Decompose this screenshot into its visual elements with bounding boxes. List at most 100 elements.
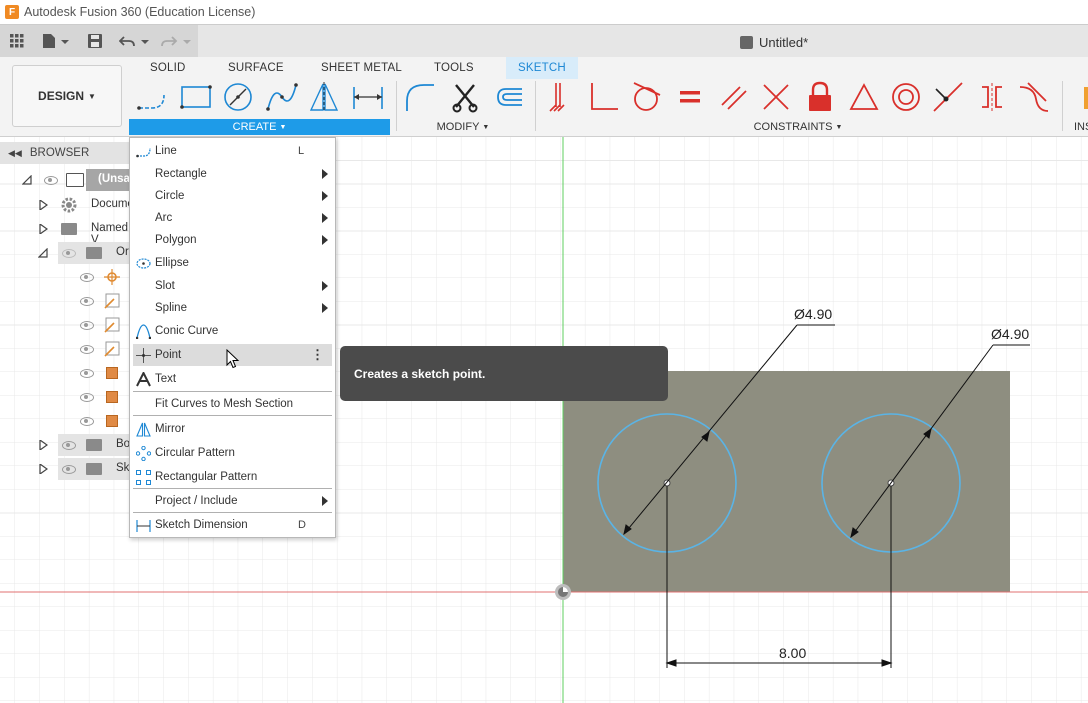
menu-item-rectangular-pattern[interactable]: Rectangular Pattern bbox=[133, 466, 332, 488]
coincident-constraint-icon[interactable] bbox=[546, 81, 578, 113]
plane-icon bbox=[106, 415, 118, 427]
horizontal-vertical-constraint-icon[interactable] bbox=[588, 81, 620, 113]
visibility-eye-icon[interactable] bbox=[62, 465, 76, 474]
fillet-tool-icon[interactable] bbox=[404, 81, 436, 113]
tab-sketch[interactable]: SKETCH bbox=[506, 57, 578, 79]
browser-row-origin[interactable]: Or bbox=[0, 242, 135, 264]
menu-item-text[interactable]: Text bbox=[133, 368, 332, 390]
origin-point-row[interactable] bbox=[70, 266, 130, 288]
undo-icon[interactable] bbox=[118, 31, 152, 51]
tab-tools[interactable]: TOOLS bbox=[434, 57, 474, 79]
collapsed-triangle-icon[interactable] bbox=[38, 224, 48, 234]
visibility-eye-icon[interactable] bbox=[80, 321, 94, 330]
redo-icon[interactable] bbox=[160, 31, 194, 51]
expanded-triangle-icon[interactable] bbox=[22, 175, 32, 185]
visibility-eye-icon[interactable] bbox=[80, 273, 94, 282]
origin-axis-row[interactable] bbox=[70, 314, 130, 336]
symmetry-constraint-icon[interactable] bbox=[976, 81, 1008, 113]
create-menu-button[interactable]: CREATE ▼ bbox=[129, 119, 390, 135]
curvature-constraint-icon[interactable] bbox=[1018, 81, 1050, 113]
menu-item-slot[interactable]: Slot bbox=[133, 275, 332, 297]
perpendicular-constraint-icon[interactable] bbox=[760, 81, 792, 113]
menu-item-sketch-dimension[interactable]: Sketch Dimension D bbox=[133, 514, 332, 536]
origin-axis-row[interactable] bbox=[70, 290, 130, 312]
tangent-constraint-icon[interactable] bbox=[630, 81, 662, 113]
sketch-profile[interactable] bbox=[563, 371, 1010, 592]
line-tool-icon[interactable] bbox=[136, 81, 168, 113]
visibility-eye-icon[interactable] bbox=[80, 417, 94, 426]
diameter-dimension-left[interactable]: Ø4.90 bbox=[794, 306, 832, 322]
fix-constraint-icon[interactable] bbox=[804, 81, 836, 113]
save-icon[interactable] bbox=[86, 31, 104, 51]
window-title: Autodesk Fusion 360 (Education License) bbox=[24, 5, 256, 19]
rectangle-tool-icon[interactable] bbox=[180, 81, 212, 113]
origin-plane-row[interactable] bbox=[70, 386, 130, 408]
offset-tool-icon[interactable] bbox=[492, 81, 524, 113]
trim-tool-icon[interactable] bbox=[450, 81, 482, 113]
menu-item-circular-pattern[interactable]: Circular Pattern bbox=[133, 442, 332, 464]
hidden-eye-icon[interactable] bbox=[62, 249, 76, 258]
browser-row-document-settings[interactable]: Docume bbox=[0, 194, 135, 216]
caret-down-icon: ▼ bbox=[835, 123, 843, 131]
browser-row-bodies[interactable]: Bo bbox=[0, 434, 135, 456]
diameter-dimension-right[interactable]: Ø4.90 bbox=[991, 326, 1029, 342]
visibility-eye-icon[interactable] bbox=[44, 176, 58, 185]
visibility-eye-icon[interactable] bbox=[80, 297, 94, 306]
circle-tool-icon[interactable] bbox=[222, 81, 254, 113]
collinear-constraint-icon[interactable] bbox=[932, 81, 964, 113]
menu-item-fit-curves[interactable]: Fit Curves to Mesh Section bbox=[133, 393, 332, 415]
menu-item-arc[interactable]: Arc bbox=[133, 207, 332, 229]
parallel-constraint-icon[interactable] bbox=[718, 81, 750, 113]
visibility-eye-icon[interactable] bbox=[80, 369, 94, 378]
browser-row-named-views[interactable]: Named V bbox=[0, 218, 135, 246]
app-grid-icon[interactable] bbox=[8, 31, 26, 51]
origin-plane-row[interactable] bbox=[70, 362, 130, 384]
document-tab[interactable]: Untitled* bbox=[740, 29, 808, 55]
tab-sheet-metal[interactable]: SHEET METAL bbox=[321, 57, 402, 79]
mirror-tool-icon[interactable] bbox=[308, 81, 340, 113]
menu-item-spline[interactable]: Spline bbox=[133, 297, 332, 319]
menu-item-mirror[interactable]: Mirror bbox=[133, 418, 332, 440]
menu-item-rectangle[interactable]: Rectangle bbox=[133, 163, 332, 185]
menu-item-conic-curve[interactable]: Conic Curve bbox=[133, 320, 332, 342]
sketch-dimension-icon bbox=[136, 520, 151, 532]
workspace-switcher[interactable]: DESIGN ▼ bbox=[12, 65, 122, 127]
browser-header[interactable]: ◀◀ BROWSER bbox=[0, 142, 135, 164]
shortcut-label: L bbox=[298, 145, 305, 157]
inspect-tool-icon[interactable] bbox=[1080, 81, 1088, 113]
midpoint-constraint-icon[interactable] bbox=[848, 81, 880, 113]
more-options-icon[interactable]: ⋮ bbox=[311, 347, 324, 363]
expanded-triangle-icon[interactable] bbox=[38, 248, 48, 258]
menu-item-project-include[interactable]: Project / Include bbox=[133, 490, 332, 512]
sketch-dimension-tool-icon[interactable] bbox=[352, 81, 384, 113]
collapsed-triangle-icon[interactable] bbox=[38, 440, 48, 450]
origin-plane-row[interactable] bbox=[70, 410, 130, 432]
collapsed-triangle-icon[interactable] bbox=[38, 200, 48, 210]
menu-item-polygon[interactable]: Polygon bbox=[133, 229, 332, 251]
menu-item-circle[interactable]: Circle bbox=[133, 185, 332, 207]
visibility-eye-icon[interactable] bbox=[80, 393, 94, 402]
modify-menu-button[interactable]: MODIFY ▼ bbox=[404, 119, 522, 135]
constraints-menu-button[interactable]: CONSTRAINTS ▼ bbox=[546, 119, 1050, 135]
visibility-eye-icon[interactable] bbox=[80, 345, 94, 354]
menu-item-ellipse[interactable]: Ellipse bbox=[133, 252, 332, 274]
tab-solid[interactable]: SOLID bbox=[150, 57, 186, 79]
spline-tool-icon[interactable] bbox=[266, 81, 298, 113]
menu-item-line[interactable]: Line L bbox=[133, 140, 332, 162]
caret-down-icon: ▼ bbox=[279, 123, 287, 131]
distance-dimension[interactable]: 8.00 bbox=[779, 645, 806, 661]
tab-surface[interactable]: SURFACE bbox=[228, 57, 284, 79]
inspect-menu-button[interactable]: INS bbox=[1074, 119, 1088, 135]
origin-point-icon[interactable] bbox=[555, 584, 571, 600]
origin-axis-row[interactable] bbox=[70, 338, 130, 360]
collapsed-triangle-icon[interactable] bbox=[38, 464, 48, 474]
file-menu-icon[interactable] bbox=[40, 31, 70, 51]
collapse-browser-icon[interactable]: ◀◀ bbox=[8, 148, 22, 159]
equal-constraint-icon[interactable] bbox=[674, 81, 706, 113]
visibility-eye-icon[interactable] bbox=[62, 441, 76, 450]
concentric-constraint-icon[interactable] bbox=[890, 81, 922, 113]
browser-row-sketches[interactable]: Sk bbox=[0, 458, 135, 480]
rectangular-pattern-icon bbox=[136, 470, 151, 485]
folder-icon bbox=[86, 439, 102, 451]
browser-root-row[interactable]: (Unsa bbox=[0, 169, 135, 191]
